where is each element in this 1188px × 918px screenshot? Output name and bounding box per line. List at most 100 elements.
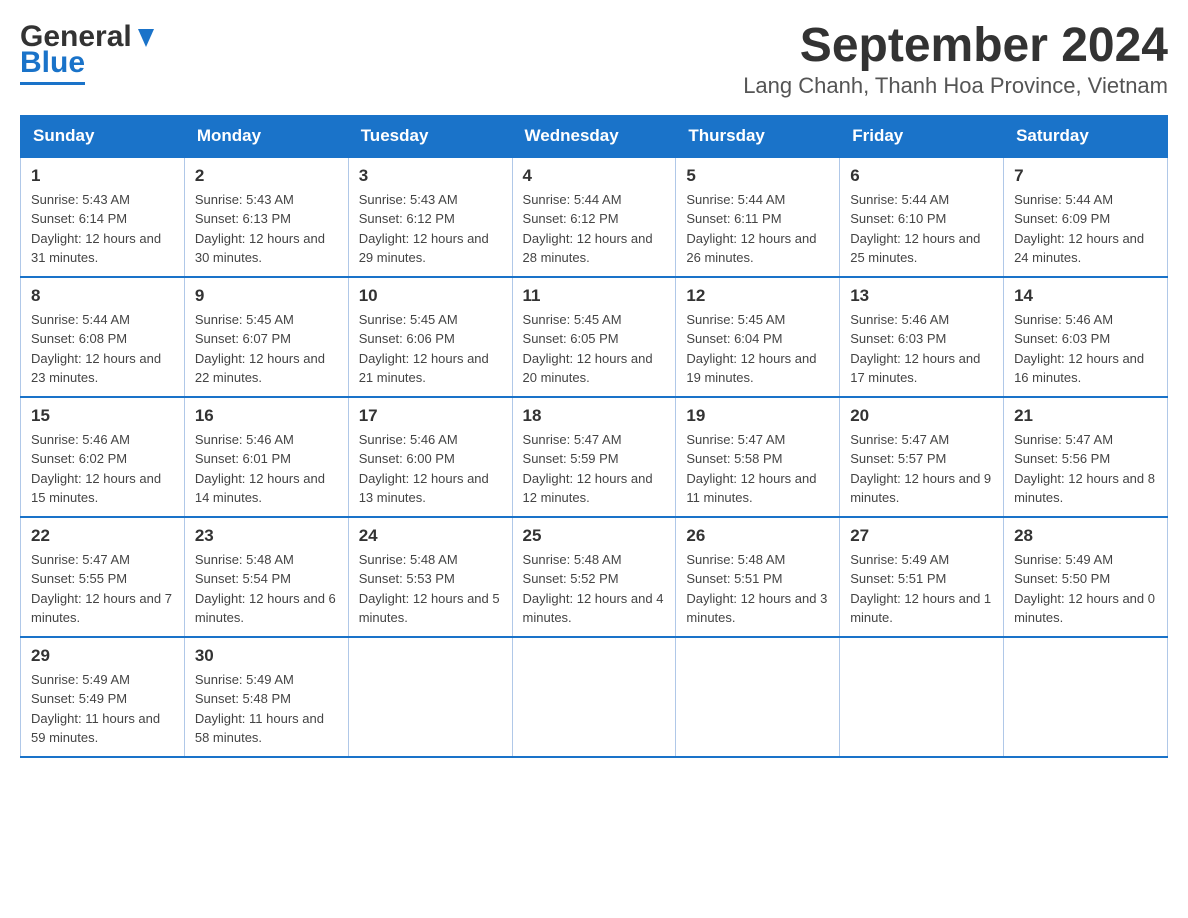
- day-number: 22: [31, 526, 174, 546]
- day-cell: 21 Sunrise: 5:47 AMSunset: 5:56 PMDaylig…: [1004, 397, 1168, 517]
- day-info: Sunrise: 5:48 AMSunset: 5:53 PMDaylight:…: [359, 550, 502, 628]
- day-number: 30: [195, 646, 338, 666]
- day-number: 9: [195, 286, 338, 306]
- calendar-header-row: SundayMondayTuesdayWednesdayThursdayFrid…: [21, 115, 1168, 157]
- day-cell: 11 Sunrise: 5:45 AMSunset: 6:05 PMDaylig…: [512, 277, 676, 397]
- day-info: Sunrise: 5:43 AMSunset: 6:12 PMDaylight:…: [359, 190, 502, 268]
- day-info: Sunrise: 5:46 AMSunset: 6:00 PMDaylight:…: [359, 430, 502, 508]
- day-info: Sunrise: 5:48 AMSunset: 5:51 PMDaylight:…: [686, 550, 829, 628]
- day-number: 19: [686, 406, 829, 426]
- day-cell: 25 Sunrise: 5:48 AMSunset: 5:52 PMDaylig…: [512, 517, 676, 637]
- day-cell: 7 Sunrise: 5:44 AMSunset: 6:09 PMDayligh…: [1004, 157, 1168, 277]
- day-number: 25: [523, 526, 666, 546]
- day-cell: 30 Sunrise: 5:49 AMSunset: 5:48 PMDaylig…: [184, 637, 348, 757]
- day-number: 17: [359, 406, 502, 426]
- day-cell: 26 Sunrise: 5:48 AMSunset: 5:51 PMDaylig…: [676, 517, 840, 637]
- day-cell: 12 Sunrise: 5:45 AMSunset: 6:04 PMDaylig…: [676, 277, 840, 397]
- day-number: 3: [359, 166, 502, 186]
- day-cell: 22 Sunrise: 5:47 AMSunset: 5:55 PMDaylig…: [21, 517, 185, 637]
- calendar-table: SundayMondayTuesdayWednesdayThursdayFrid…: [20, 115, 1168, 758]
- day-number: 26: [686, 526, 829, 546]
- day-info: Sunrise: 5:45 AMSunset: 6:05 PMDaylight:…: [523, 310, 666, 388]
- header: General Blue September 2024 Lang Chanh, …: [20, 20, 1168, 99]
- logo: General Blue: [20, 20, 160, 85]
- day-cell: [348, 637, 512, 757]
- day-number: 27: [850, 526, 993, 546]
- day-number: 23: [195, 526, 338, 546]
- day-info: Sunrise: 5:47 AMSunset: 5:56 PMDaylight:…: [1014, 430, 1157, 508]
- logo-icon: [132, 23, 160, 51]
- day-number: 20: [850, 406, 993, 426]
- day-number: 15: [31, 406, 174, 426]
- day-info: Sunrise: 5:46 AMSunset: 6:02 PMDaylight:…: [31, 430, 174, 508]
- week-row-3: 15 Sunrise: 5:46 AMSunset: 6:02 PMDaylig…: [21, 397, 1168, 517]
- day-number: 5: [686, 166, 829, 186]
- day-number: 24: [359, 526, 502, 546]
- week-row-4: 22 Sunrise: 5:47 AMSunset: 5:55 PMDaylig…: [21, 517, 1168, 637]
- day-cell: 3 Sunrise: 5:43 AMSunset: 6:12 PMDayligh…: [348, 157, 512, 277]
- header-sunday: Sunday: [21, 115, 185, 157]
- day-info: Sunrise: 5:45 AMSunset: 6:04 PMDaylight:…: [686, 310, 829, 388]
- day-info: Sunrise: 5:46 AMSunset: 6:03 PMDaylight:…: [1014, 310, 1157, 388]
- calendar-title: September 2024: [743, 20, 1168, 73]
- day-info: Sunrise: 5:49 AMSunset: 5:48 PMDaylight:…: [195, 670, 338, 748]
- day-info: Sunrise: 5:47 AMSunset: 5:59 PMDaylight:…: [523, 430, 666, 508]
- day-info: Sunrise: 5:44 AMSunset: 6:12 PMDaylight:…: [523, 190, 666, 268]
- day-info: Sunrise: 5:47 AMSunset: 5:57 PMDaylight:…: [850, 430, 993, 508]
- day-cell: 13 Sunrise: 5:46 AMSunset: 6:03 PMDaylig…: [840, 277, 1004, 397]
- day-info: Sunrise: 5:44 AMSunset: 6:08 PMDaylight:…: [31, 310, 174, 388]
- day-cell: 27 Sunrise: 5:49 AMSunset: 5:51 PMDaylig…: [840, 517, 1004, 637]
- day-info: Sunrise: 5:44 AMSunset: 6:11 PMDaylight:…: [686, 190, 829, 268]
- day-number: 10: [359, 286, 502, 306]
- day-number: 18: [523, 406, 666, 426]
- day-info: Sunrise: 5:46 AMSunset: 6:01 PMDaylight:…: [195, 430, 338, 508]
- day-info: Sunrise: 5:45 AMSunset: 6:06 PMDaylight:…: [359, 310, 502, 388]
- day-cell: 29 Sunrise: 5:49 AMSunset: 5:49 PMDaylig…: [21, 637, 185, 757]
- day-cell: 24 Sunrise: 5:48 AMSunset: 5:53 PMDaylig…: [348, 517, 512, 637]
- day-number: 14: [1014, 286, 1157, 306]
- day-info: Sunrise: 5:49 AMSunset: 5:50 PMDaylight:…: [1014, 550, 1157, 628]
- day-cell: 20 Sunrise: 5:47 AMSunset: 5:57 PMDaylig…: [840, 397, 1004, 517]
- day-number: 11: [523, 286, 666, 306]
- day-info: Sunrise: 5:47 AMSunset: 5:55 PMDaylight:…: [31, 550, 174, 628]
- day-number: 2: [195, 166, 338, 186]
- day-number: 6: [850, 166, 993, 186]
- day-number: 16: [195, 406, 338, 426]
- day-cell: [676, 637, 840, 757]
- day-cell: 16 Sunrise: 5:46 AMSunset: 6:01 PMDaylig…: [184, 397, 348, 517]
- day-number: 28: [1014, 526, 1157, 546]
- week-row-2: 8 Sunrise: 5:44 AMSunset: 6:08 PMDayligh…: [21, 277, 1168, 397]
- day-info: Sunrise: 5:43 AMSunset: 6:13 PMDaylight:…: [195, 190, 338, 268]
- day-cell: 1 Sunrise: 5:43 AMSunset: 6:14 PMDayligh…: [21, 157, 185, 277]
- day-info: Sunrise: 5:45 AMSunset: 6:07 PMDaylight:…: [195, 310, 338, 388]
- day-number: 8: [31, 286, 174, 306]
- day-info: Sunrise: 5:46 AMSunset: 6:03 PMDaylight:…: [850, 310, 993, 388]
- day-info: Sunrise: 5:43 AMSunset: 6:14 PMDaylight:…: [31, 190, 174, 268]
- week-row-1: 1 Sunrise: 5:43 AMSunset: 6:14 PMDayligh…: [21, 157, 1168, 277]
- day-number: 13: [850, 286, 993, 306]
- header-wednesday: Wednesday: [512, 115, 676, 157]
- header-tuesday: Tuesday: [348, 115, 512, 157]
- day-cell: [1004, 637, 1168, 757]
- header-friday: Friday: [840, 115, 1004, 157]
- day-cell: 19 Sunrise: 5:47 AMSunset: 5:58 PMDaylig…: [676, 397, 840, 517]
- day-number: 4: [523, 166, 666, 186]
- day-cell: 23 Sunrise: 5:48 AMSunset: 5:54 PMDaylig…: [184, 517, 348, 637]
- day-cell: 28 Sunrise: 5:49 AMSunset: 5:50 PMDaylig…: [1004, 517, 1168, 637]
- day-number: 7: [1014, 166, 1157, 186]
- day-info: Sunrise: 5:47 AMSunset: 5:58 PMDaylight:…: [686, 430, 829, 508]
- day-info: Sunrise: 5:48 AMSunset: 5:52 PMDaylight:…: [523, 550, 666, 628]
- day-cell: 14 Sunrise: 5:46 AMSunset: 6:03 PMDaylig…: [1004, 277, 1168, 397]
- day-cell: [512, 637, 676, 757]
- day-cell: 10 Sunrise: 5:45 AMSunset: 6:06 PMDaylig…: [348, 277, 512, 397]
- day-cell: 18 Sunrise: 5:47 AMSunset: 5:59 PMDaylig…: [512, 397, 676, 517]
- day-cell: 15 Sunrise: 5:46 AMSunset: 6:02 PMDaylig…: [21, 397, 185, 517]
- day-number: 29: [31, 646, 174, 666]
- day-cell: 2 Sunrise: 5:43 AMSunset: 6:13 PMDayligh…: [184, 157, 348, 277]
- day-info: Sunrise: 5:44 AMSunset: 6:10 PMDaylight:…: [850, 190, 993, 268]
- day-info: Sunrise: 5:49 AMSunset: 5:51 PMDaylight:…: [850, 550, 993, 628]
- title-area: September 2024 Lang Chanh, Thanh Hoa Pro…: [743, 20, 1168, 99]
- day-cell: 4 Sunrise: 5:44 AMSunset: 6:12 PMDayligh…: [512, 157, 676, 277]
- day-cell: 6 Sunrise: 5:44 AMSunset: 6:10 PMDayligh…: [840, 157, 1004, 277]
- day-info: Sunrise: 5:49 AMSunset: 5:49 PMDaylight:…: [31, 670, 174, 748]
